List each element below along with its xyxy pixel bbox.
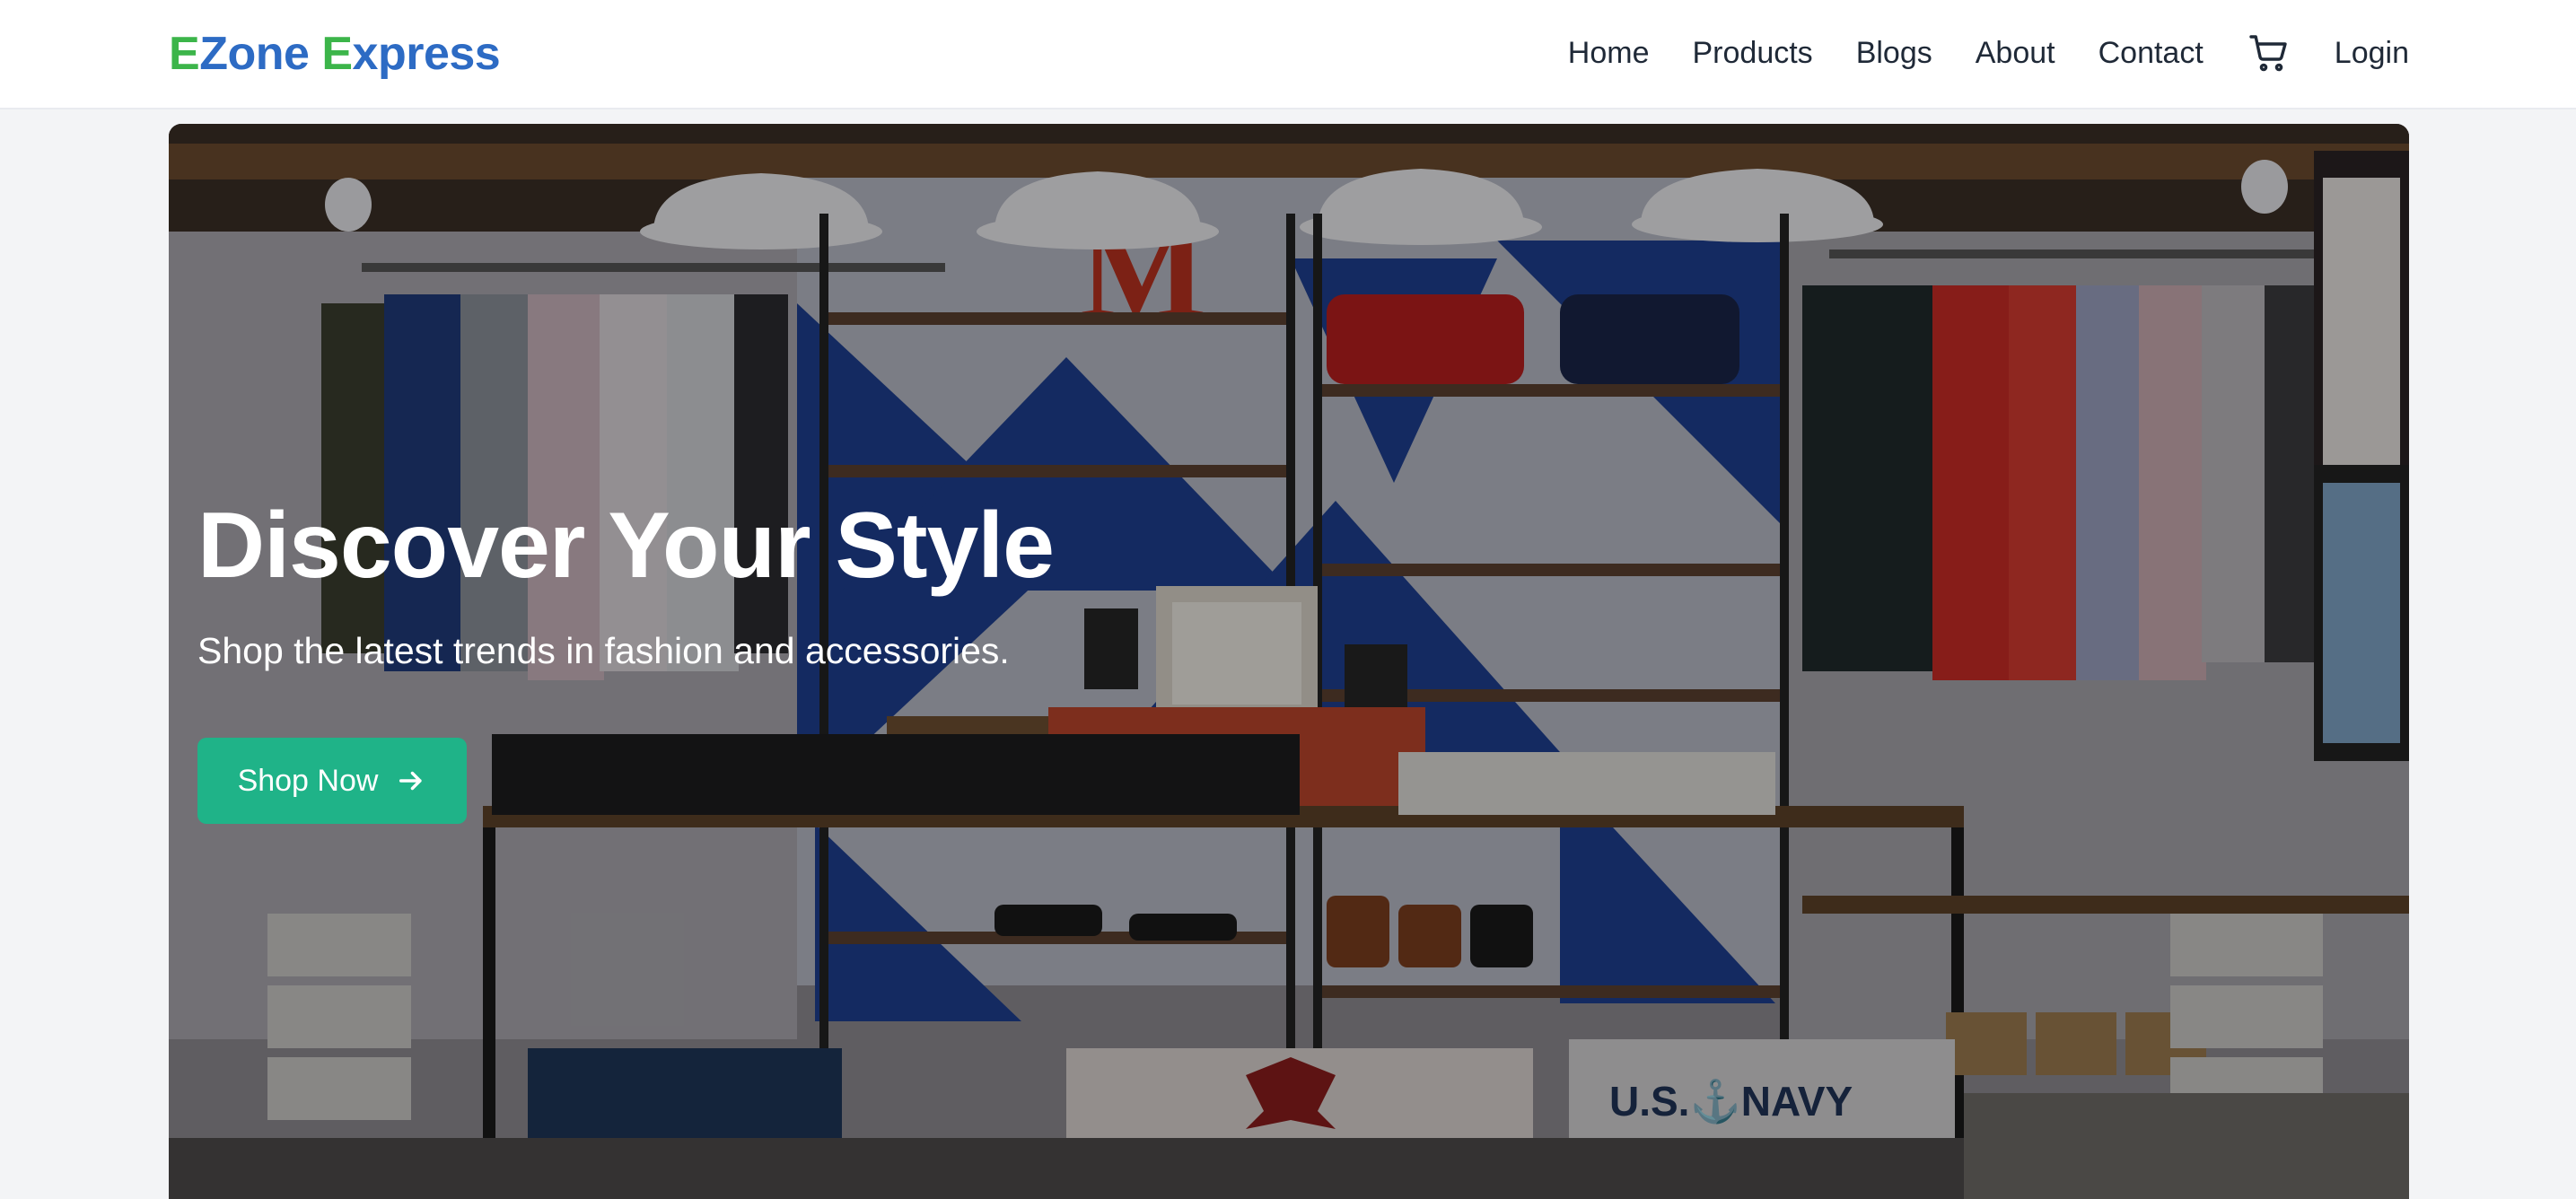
shop-now-label: Shop Now [237, 763, 379, 798]
main-nav: Home Products Blogs About Contact Login [1568, 25, 2409, 81]
logo-letter-e2: E [321, 28, 353, 80]
site-header: EZone Express Home Products Blogs About … [0, 0, 2576, 109]
arrow-right-icon [396, 766, 426, 796]
shop-now-button[interactable]: Shop Now [197, 738, 467, 824]
nav-products[interactable]: Products [1693, 35, 1813, 71]
hero-subtitle: Shop the latest trends in fashion and ac… [197, 630, 1010, 671]
nav-contact[interactable]: Contact [2098, 35, 2204, 71]
hero-title: Discover Your Style [197, 494, 1055, 598]
nav-home[interactable]: Home [1568, 35, 1650, 71]
nav-about[interactable]: About [1976, 35, 2055, 71]
logo-letter-e: E [169, 28, 200, 80]
shopping-cart-icon[interactable] [2247, 31, 2291, 75]
nav-blogs[interactable]: Blogs [1856, 35, 1932, 71]
logo-word-xpress: xpress [352, 28, 501, 80]
hero-banner: M U.S.⚓NAVY Discover Your Style Shop the… [169, 124, 2409, 1199]
logo-word-zone: Zone [199, 28, 322, 80]
brand-logo[interactable]: EZone Express [169, 27, 501, 81]
nav-login[interactable]: Login [2335, 35, 2409, 71]
